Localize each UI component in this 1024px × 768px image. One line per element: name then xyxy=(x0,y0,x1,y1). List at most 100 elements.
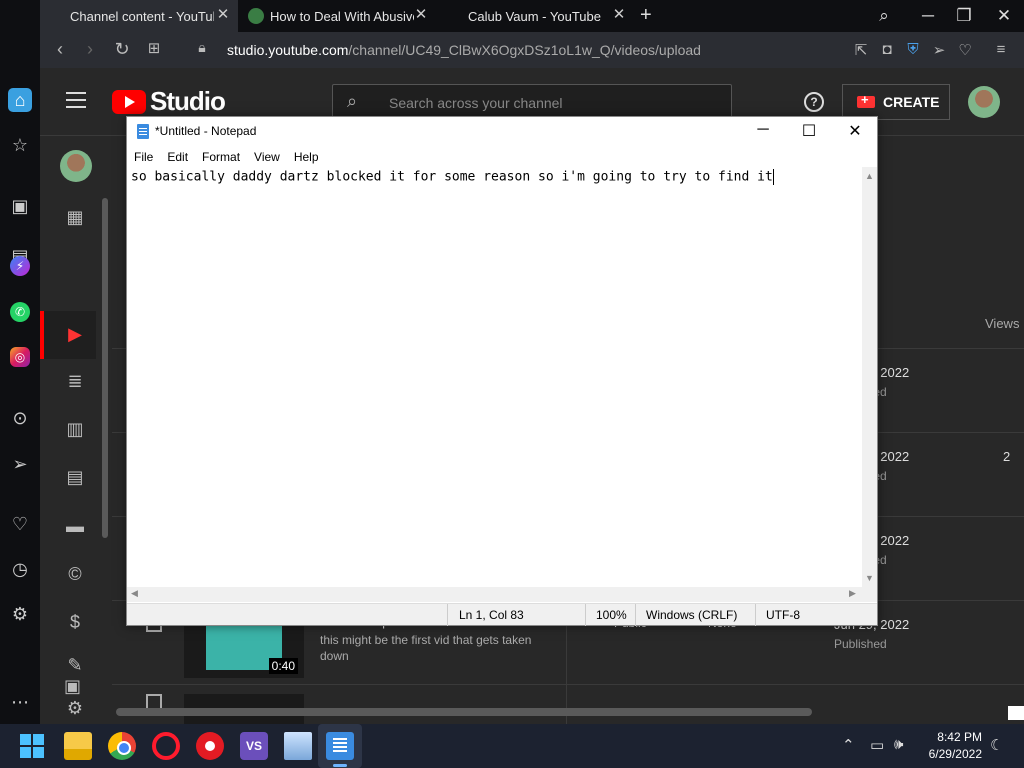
horizontal-scrollbar[interactable]: ◀ ▶ xyxy=(127,587,862,602)
status-divider xyxy=(585,604,586,626)
notepad-window: *Untitled - Notepad ─ ☐ ✕ File Edit Form… xyxy=(126,116,878,626)
shield-icon[interactable]: ⛨ xyxy=(904,41,922,58)
menu-file[interactable]: File xyxy=(134,147,153,167)
visual-studio-icon[interactable]: VS xyxy=(240,732,268,760)
settings-icon[interactable]: ⚙ xyxy=(8,602,32,626)
tab-abusive-parents[interactable]: How to Deal With Abusive Parents ✕ xyxy=(240,0,436,32)
instagram-icon[interactable]: ◎ xyxy=(10,347,30,367)
youtube-logo-icon[interactable] xyxy=(112,90,146,114)
more-icon[interactable]: ⋯ xyxy=(8,690,32,714)
status-divider xyxy=(635,604,636,626)
opera-icon[interactable] xyxy=(152,732,180,760)
close-icon[interactable]: ✕ xyxy=(845,121,865,141)
chevron-up-icon[interactable]: ⌃ xyxy=(842,736,855,754)
menu-format[interactable]: Format xyxy=(202,147,240,167)
back-icon[interactable]: ‹ xyxy=(50,39,70,60)
shopping-bag-icon[interactable]: ▣ xyxy=(8,194,32,218)
maximize-icon[interactable]: ☐ xyxy=(799,121,819,141)
settings-icon[interactable]: ⚙ xyxy=(64,697,86,719)
feedback-icon[interactable]: ▣ xyxy=(64,676,81,697)
search-input[interactable]: ⌕ Search across your channel xyxy=(332,84,732,120)
content-icon[interactable]: ▶ xyxy=(64,323,86,345)
url-path: /channel/UC49_ClBwX6OgxDSz1oL1w_Q/videos… xyxy=(348,42,701,58)
forward-icon[interactable]: › xyxy=(80,39,100,60)
start-icon[interactable] xyxy=(18,732,46,760)
menu-edit[interactable]: Edit xyxy=(167,147,188,167)
status-divider xyxy=(447,604,448,626)
notifications-icon[interactable]: ☾ xyxy=(990,736,1003,754)
tiles-icon[interactable]: ⊞ xyxy=(144,39,164,57)
volume-icon[interactable]: 🕪︎ xyxy=(894,736,903,753)
performance-monitor-icon[interactable] xyxy=(284,732,312,760)
analytics-icon[interactable]: ▥ xyxy=(64,418,86,440)
active-app-indicator xyxy=(333,764,347,767)
copyright-icon[interactable]: © xyxy=(64,563,86,585)
reload-icon[interactable]: ↻ xyxy=(112,39,132,60)
subtitles-icon[interactable]: ▬ xyxy=(64,515,86,537)
network-icon[interactable]: ▭ xyxy=(870,736,884,754)
create-button[interactable]: CREATE xyxy=(842,84,950,120)
close-tab-icon[interactable]: ✕ xyxy=(414,7,428,22)
file-explorer-icon[interactable] xyxy=(64,732,92,760)
close-window-icon[interactable]: ✕ xyxy=(994,6,1014,26)
tab-calub-vaum[interactable]: Calub Vaum - YouTube ✕ xyxy=(438,0,634,32)
customization-icon[interactable]: ✎ xyxy=(64,654,86,676)
restore-icon[interactable]: ❐ xyxy=(954,6,974,26)
table-horizontal-scrollbar[interactable] xyxy=(116,708,812,716)
star-icon[interactable]: ☆ xyxy=(8,133,32,157)
search-icon: ⌕ xyxy=(347,91,358,111)
screen: ⌂ ☆ ▣ ▤ ⚡ ✆ ◎ ⊙ ➢ ♡ ◷ ⚙ ⋯ Channel conten… xyxy=(0,0,1024,768)
share-icon[interactable]: ⇱ xyxy=(852,41,870,59)
new-tab-icon[interactable]: + xyxy=(640,4,652,27)
menu-icon[interactable] xyxy=(66,92,86,108)
player-icon[interactable]: ⊙ xyxy=(8,406,32,430)
search-tabs-icon[interactable]: ⌕ xyxy=(874,6,894,26)
channel-avatar[interactable] xyxy=(60,150,92,182)
camera-icon[interactable]: ◘ xyxy=(878,41,896,58)
close-tab-icon[interactable]: ✕ xyxy=(216,7,230,22)
notepad-title-bar[interactable]: *Untitled - Notepad ─ ☐ ✕ xyxy=(127,117,877,147)
minimize-icon[interactable]: ─ xyxy=(918,6,938,26)
wikihow-icon xyxy=(248,8,264,24)
status-encoding: UTF-8 xyxy=(766,608,800,622)
help-icon[interactable]: ? xyxy=(804,92,824,112)
clock-time: 8:42 PM xyxy=(937,730,982,744)
messenger-icon[interactable]: ⚡ xyxy=(10,256,30,276)
sidebar-scrollbar[interactable] xyxy=(102,198,108,538)
heart-icon[interactable]: ♡ xyxy=(8,512,32,536)
screen-recorder-icon[interactable] xyxy=(196,732,224,760)
url-field[interactable]: studio.youtube.com/channel/UC49_ClBwX6Og… xyxy=(227,42,701,58)
scroll-up-icon[interactable]: ▲ xyxy=(865,171,874,181)
scroll-down-icon[interactable]: ▼ xyxy=(865,573,874,583)
chrome-icon[interactable] xyxy=(108,732,136,760)
home-icon[interactable]: ⌂ xyxy=(8,88,32,112)
dashboard-icon[interactable]: ▦ xyxy=(64,206,86,228)
send-icon[interactable]: ➢ xyxy=(8,452,32,476)
status-zoom: 100% xyxy=(596,608,627,622)
notepad-text-area[interactable]: so basically daddy dartz blocked it for … xyxy=(131,169,861,587)
send-icon[interactable]: ➢ xyxy=(930,41,948,59)
scroll-left-icon[interactable]: ◀ xyxy=(131,588,138,599)
opera-sidebar: ⌂ ☆ ▣ ▤ ⚡ ✆ ◎ ⊙ ➢ ♡ ◷ ⚙ ⋯ xyxy=(0,0,40,724)
studio-logo-text: Studio xyxy=(150,86,226,116)
video-duration: 0:40 xyxy=(268,658,298,674)
whatsapp-icon[interactable]: ✆ xyxy=(10,302,30,322)
vertical-scrollbar[interactable]: ▲ ▼ xyxy=(862,167,877,587)
tab-channel-content[interactable]: Channel content - YouTube Studio ✕ xyxy=(40,0,238,32)
monetization-icon[interactable]: $ xyxy=(64,611,86,633)
scroll-right-icon[interactable]: ▶ xyxy=(849,588,856,599)
playlists-icon[interactable]: ≣ xyxy=(64,370,86,392)
easy-setup-icon[interactable]: ≡ xyxy=(992,41,1010,58)
menu-view[interactable]: View xyxy=(254,147,280,167)
history-icon[interactable]: ◷ xyxy=(8,557,32,581)
heart-icon[interactable]: ♡ xyxy=(956,41,974,59)
close-tab-icon[interactable]: ✕ xyxy=(612,7,626,22)
status-line-ending: Windows (CRLF) xyxy=(646,608,738,622)
notepad-taskbar-icon[interactable] xyxy=(326,732,354,760)
system-clock[interactable]: 8:42 PM 6/29/2022 xyxy=(918,729,982,763)
minimize-icon[interactable]: ─ xyxy=(753,121,773,139)
studio-sidebar: ▦ ▶ ≣ ▥ ▤ ▬ © $ ✎ ⚙ xyxy=(40,136,100,724)
comments-icon[interactable]: ▤ xyxy=(64,466,86,488)
menu-help[interactable]: Help xyxy=(294,147,319,167)
account-avatar[interactable] xyxy=(968,86,1000,118)
